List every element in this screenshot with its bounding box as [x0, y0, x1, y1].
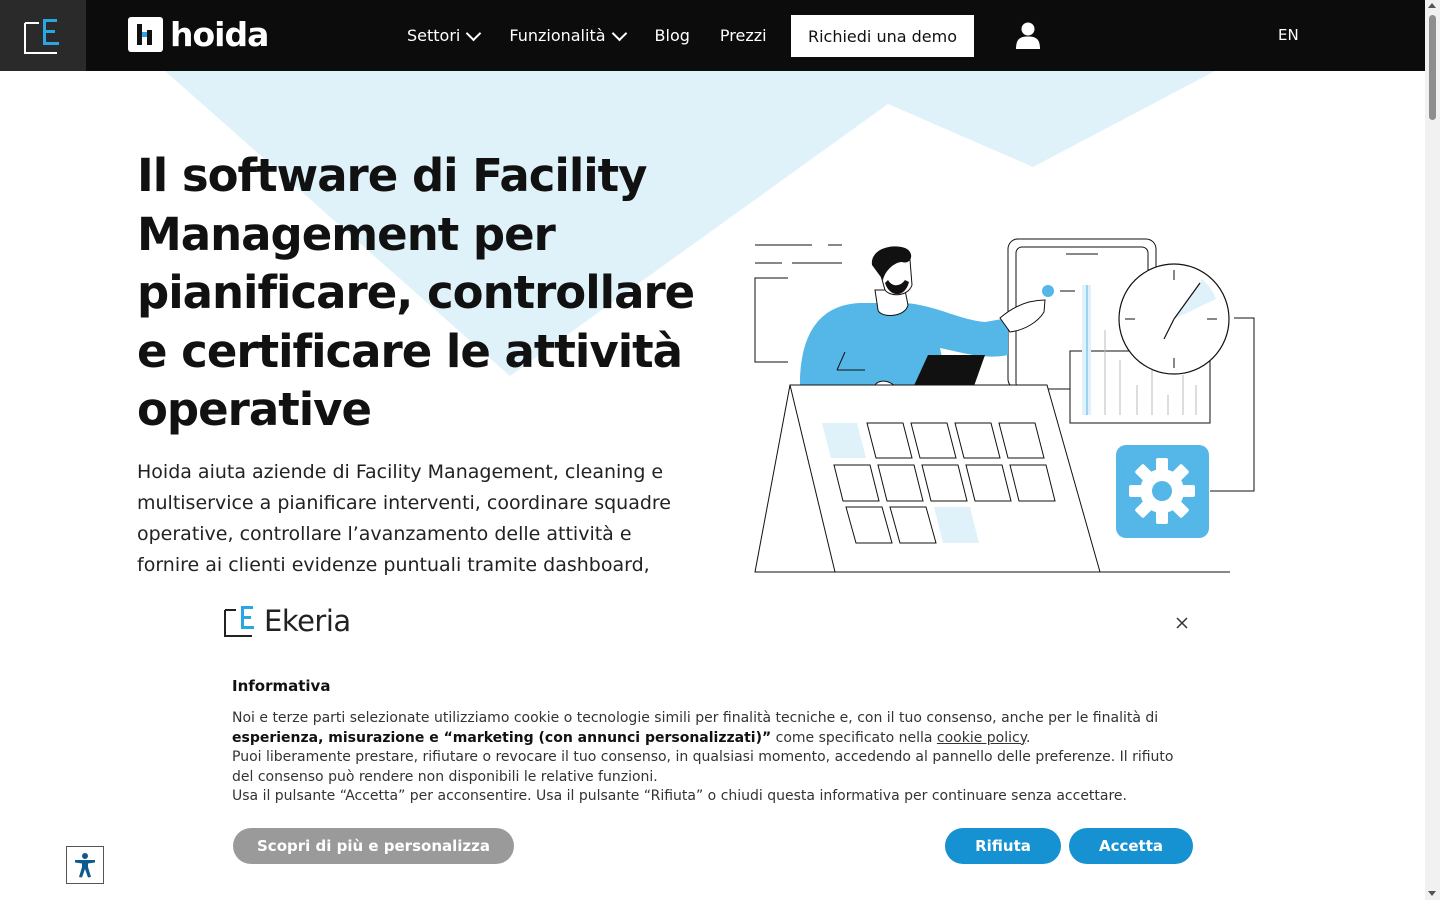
user-account-icon[interactable] [1016, 22, 1040, 49]
ekeria-logo-icon [24, 18, 59, 54]
ekeria-logo-icon [224, 606, 254, 637]
close-icon[interactable] [1174, 615, 1190, 631]
ekeria-menu-logo[interactable] [0, 0, 86, 71]
cookie-text-bold: esperienza, misurazione e “marketing (co… [232, 729, 772, 746]
menu-item-blog[interactable]: Blog [655, 26, 690, 45]
menu-item-prezzi[interactable]: Prezzi [720, 26, 767, 45]
menu-item-funzionalita[interactable]: Funzionalità [509, 25, 627, 45]
hero-illustration [754, 238, 1255, 573]
menu-label: Blog [654, 26, 690, 45]
cookie-text-part: . [1026, 729, 1031, 746]
hero-description: Hoida aiuta aziende di Facility Manageme… [137, 461, 671, 575]
cookie-text-instructions: Usa il pulsante “Accetta” per acconsenti… [232, 788, 1127, 805]
accessibility-icon [75, 853, 95, 878]
hoida-logo-text: hoida [170, 15, 269, 54]
scroll-up-arrow-icon[interactable] [1428, 3, 1436, 8]
cookie-text-consent: Puoi liberamente prestare, rifiutare o r… [232, 749, 1174, 785]
language-switch-en[interactable]: EN [1278, 26, 1299, 44]
ekeria-logo: Ekeria [224, 604, 351, 638]
menu-label: Settori [407, 26, 461, 45]
cookie-text-part: come specificato nella [771, 729, 937, 746]
main-menu: Settori Funzionalità Blog Prezzi [407, 0, 797, 71]
scrollbar-thumb[interactable] [1429, 15, 1436, 120]
top-navbar: hoida Settori Funzionalità Blog Prezzi R… [0, 0, 1425, 71]
accept-button[interactable]: Accetta [1069, 828, 1193, 864]
menu-item-settori[interactable]: Settori [407, 25, 482, 45]
menu-label: Funzionalità [509, 26, 606, 45]
cookie-text-part: Noi e terze parti selezionate utilizziam… [232, 710, 1159, 726]
request-demo-button[interactable]: Richiedi una demo [791, 15, 974, 57]
scroll-down-arrow-icon[interactable] [1428, 891, 1436, 896]
chevron-down-icon [466, 25, 482, 41]
hero-title: Il software di Facility Management per p… [137, 149, 695, 436]
learn-more-customize-button[interactable]: Scopri di più e personalizza [233, 828, 514, 864]
reject-button[interactable]: Rifiuta [945, 828, 1061, 864]
cookie-text: Noi e terze parti selezionate utilizziam… [232, 709, 1192, 807]
cookie-title: Informativa [232, 677, 331, 695]
hoida-logo[interactable]: hoida [128, 15, 269, 54]
accessibility-button[interactable] [66, 846, 104, 884]
menu-label: Prezzi [719, 26, 767, 45]
ekeria-logo-text: Ekeria [264, 604, 351, 638]
cookie-policy-link[interactable]: cookie policy [937, 730, 1026, 746]
page-scrollbar[interactable] [1425, 0, 1440, 900]
chevron-down-icon [611, 25, 627, 41]
hoida-logo-icon [128, 17, 163, 52]
